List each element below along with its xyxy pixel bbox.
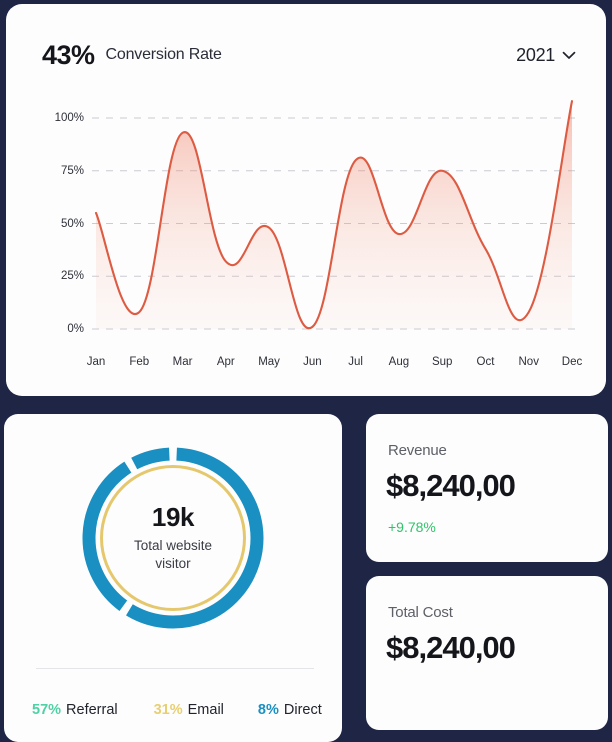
- chart-x-tick: Nov: [518, 356, 539, 368]
- legend-item-direct[interactable]: 8% Direct: [258, 702, 322, 718]
- legend-item-email[interactable]: 31% Email: [154, 702, 224, 718]
- legend-percent: 57%: [32, 702, 62, 718]
- donut-center-labels: 19k Total website visitor: [75, 440, 271, 636]
- conversion-percent: 43%: [42, 39, 95, 70]
- revenue-card: Revenue $8,240,00 +9.78%: [366, 414, 608, 562]
- chart-x-axis: Jan Feb Mar Apr May Jun Jul Aug Sup Oct Nov Dec: [86, 356, 583, 376]
- visitor-source-legend: 57% Referral 31% Email 8% Direct: [32, 698, 322, 722]
- chart-x-tick: Mar: [172, 356, 193, 368]
- legend-label: Email: [187, 702, 224, 718]
- revenue-delta: +9.78%: [388, 519, 436, 535]
- total-cost-label: Total Cost: [388, 604, 453, 621]
- chart-x-tick: Jun: [303, 356, 322, 368]
- revenue-value: $8,240,00: [386, 468, 516, 503]
- chart-x-tick: Aug: [388, 356, 410, 368]
- visitor-donut-chart: 19k Total website visitor: [75, 440, 271, 636]
- legend-percent: 8%: [257, 702, 279, 718]
- conversion-card-header: 43% Conversion Rate 2021: [42, 34, 576, 76]
- chart-x-tick: May: [258, 356, 280, 368]
- total-cost-value: $8,240,00: [386, 630, 516, 665]
- legend-label: Direct: [283, 702, 322, 718]
- chart-x-tick: Apr: [216, 356, 235, 368]
- revenue-label: Revenue: [388, 442, 447, 459]
- year-filter-dropdown[interactable]: 2021: [516, 45, 576, 66]
- chart-x-tick: Dec: [561, 356, 583, 368]
- chart-area-fill: [96, 101, 572, 330]
- chart-plot-area: [6, 92, 606, 342]
- chevron-down-icon: [562, 51, 576, 59]
- donut-total-caption: Total website visitor: [133, 537, 213, 571]
- conversion-title: Conversion Rate: [105, 46, 222, 63]
- chart-x-tick: Sup: [431, 356, 453, 368]
- website-visitor-card: 19k Total website visitor 57% Referral 31%…: [4, 414, 342, 742]
- donut-divider: [36, 668, 314, 669]
- chart-x-tick: Jan: [86, 356, 106, 368]
- year-filter-value: 2021: [516, 44, 555, 65]
- chart-x-tick: Feb: [129, 356, 150, 368]
- chart-x-tick: Oct: [476, 356, 495, 368]
- legend-percent: 31%: [153, 702, 183, 718]
- total-cost-card: Total Cost $8,240,00: [366, 576, 608, 730]
- donut-total-value: 19k: [151, 501, 195, 532]
- conversion-rate-card: 43% Conversion Rate 2021 0% 25% 50% 75% 100%: [6, 4, 606, 396]
- dashboard-root: 43% Conversion Rate 2021 0% 25% 50% 75% 100%: [0, 0, 612, 742]
- legend-item-referral[interactable]: 57% Referral: [32, 702, 118, 718]
- conversion-area-chart: [92, 100, 580, 330]
- chart-x-tick: Jul: [348, 356, 363, 368]
- legend-label: Referral: [66, 702, 118, 718]
